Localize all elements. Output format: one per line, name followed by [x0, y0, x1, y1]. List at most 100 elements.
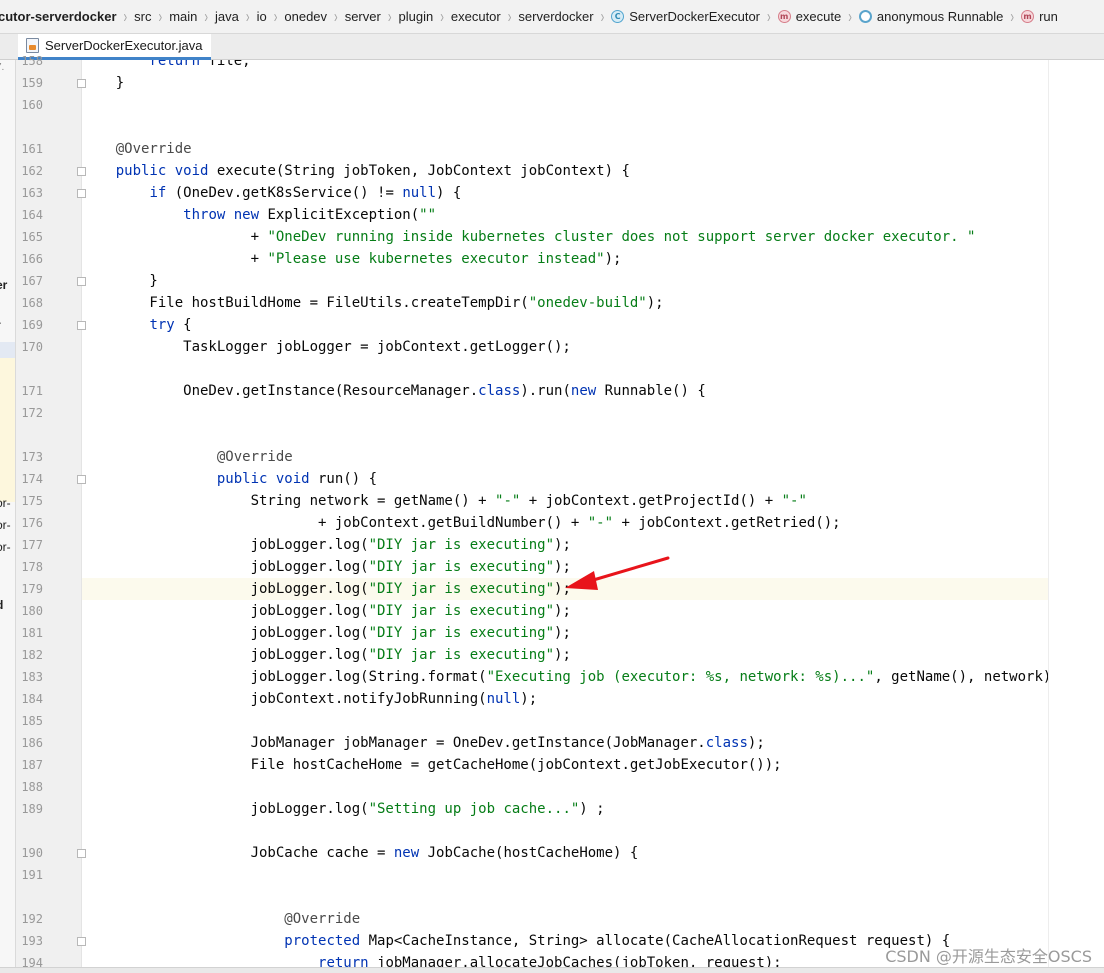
- code-line[interactable]: throw new ExplicitException("": [82, 204, 1048, 226]
- line-number[interactable]: 172: [16, 402, 43, 424]
- code-line[interactable]: @Override: [82, 446, 1048, 468]
- line-number[interactable]: 163: [16, 182, 43, 204]
- line-number[interactable]: 174: [16, 468, 43, 490]
- code-line[interactable]: jobLogger.log("DIY jar is executing");: [82, 600, 1048, 622]
- code-text: );: [554, 581, 571, 597]
- code-line[interactable]: + "Please use kubernetes executor instea…: [82, 248, 1048, 270]
- line-number[interactable]: 162: [16, 160, 43, 182]
- line-number[interactable]: 176: [16, 512, 43, 534]
- line-number[interactable]: 192: [16, 908, 43, 930]
- breadcrumb-item[interactable]: onedev: [282, 9, 329, 24]
- line-number[interactable]: 164: [16, 204, 43, 226]
- method-icon: m: [777, 10, 791, 23]
- line-number[interactable]: 181: [16, 622, 43, 644]
- line-number[interactable]: 190: [16, 842, 43, 864]
- line-number[interactable]: 184: [16, 688, 43, 710]
- code-line[interactable]: + "OneDev running inside kubernetes clus…: [82, 226, 1048, 248]
- code-line[interactable]: try {: [82, 314, 1048, 336]
- code-line[interactable]: if (OneDev.getK8sService() != null) {: [82, 182, 1048, 204]
- code-line[interactable]: File hostBuildHome = FileUtils.createTem…: [82, 292, 1048, 314]
- line-number[interactable]: 175: [16, 490, 43, 512]
- line-number[interactable]: 166: [16, 248, 43, 270]
- code-line[interactable]: [82, 94, 1048, 116]
- line-number[interactable]: 188: [16, 776, 43, 798]
- code-line[interactable]: File hostCacheHome = getCacheHome(jobCon…: [82, 754, 1048, 776]
- line-number[interactable]: 167: [16, 270, 43, 292]
- code-line[interactable]: OneDev.getInstance(ResourceManager.class…: [82, 380, 1048, 402]
- breadcrumb-item[interactable]: main: [167, 9, 199, 24]
- line-number[interactable]: 168: [16, 292, 43, 314]
- code-line[interactable]: }: [82, 72, 1048, 94]
- code-text: jobManager.allocateJobCaches(jobToken, r…: [368, 955, 782, 967]
- line-number[interactable]: 179: [16, 578, 43, 600]
- code-line[interactable]: @Override: [82, 138, 1048, 160]
- line-number[interactable]: 177: [16, 534, 43, 556]
- line-number[interactable]: 187: [16, 754, 43, 776]
- code-line[interactable]: String network = getName() + "-" + jobCo…: [82, 490, 1048, 512]
- breadcrumb-item[interactable]: m execute: [776, 9, 844, 24]
- code-line[interactable]: JobCache cache = new JobCache(hostCacheH…: [82, 842, 1048, 864]
- line-number[interactable]: 160: [16, 94, 43, 116]
- breadcrumb-item[interactable]: io: [255, 9, 269, 24]
- code-line[interactable]: jobLogger.log("DIY jar is executing");: [82, 556, 1048, 578]
- code-line[interactable]: [82, 776, 1048, 798]
- line-number[interactable]: 186: [16, 732, 43, 754]
- tab-serverdockerexecutor-java[interactable]: ServerDockerExecutor.java: [18, 34, 211, 60]
- code-line[interactable]: }: [82, 270, 1048, 292]
- code-line[interactable]: JobManager jobManager = OneDev.getInstan…: [82, 732, 1048, 754]
- code-line[interactable]: jobLogger.log(String.format("Executing j…: [82, 666, 1048, 688]
- code-line[interactable]: @Override: [82, 908, 1048, 930]
- breadcrumb-label: server: [344, 9, 381, 24]
- code-editor[interactable]: return file; } @Override public void exe…: [82, 60, 1048, 967]
- project-panel-edge[interactable]: 7. er r or-or-or-d: [0, 60, 16, 967]
- code-line[interactable]: jobLogger.log("DIY jar is executing");: [82, 534, 1048, 556]
- code-line-current[interactable]: jobLogger.log("DIY jar is executing");: [82, 578, 1048, 600]
- line-number[interactable]: 193: [16, 930, 43, 952]
- line-number[interactable]: 182: [16, 644, 43, 666]
- editor-scrollbar[interactable]: [1048, 60, 1104, 967]
- line-number[interactable]: 158: [16, 50, 43, 72]
- line-number[interactable]: 159: [16, 72, 43, 94]
- line-number[interactable]: 170: [16, 336, 43, 358]
- breadcrumb-item[interactable]: anonymous Runnable: [857, 9, 1005, 24]
- code-line[interactable]: public void execute(String jobToken, Job…: [82, 160, 1048, 182]
- breadcrumb-item[interactable]: java: [213, 9, 241, 24]
- breadcrumb: cutor-serverdocker › src › main › java › io › oned…: [0, 0, 1104, 34]
- code-line[interactable]: jobLogger.log("Setting up job cache...")…: [82, 798, 1048, 820]
- code-line[interactable]: [82, 820, 1048, 842]
- code-line[interactable]: TaskLogger jobLogger = jobContext.getLog…: [82, 336, 1048, 358]
- line-number[interactable]: 189: [16, 798, 43, 820]
- code-line[interactable]: [82, 864, 1048, 886]
- breadcrumb-item[interactable]: server: [343, 9, 383, 24]
- breadcrumb-item[interactable]: C ServerDockerExecutor: [609, 9, 762, 24]
- code-line[interactable]: + jobContext.getBuildNumber() + "-" + jo…: [82, 512, 1048, 534]
- line-number[interactable]: 165: [16, 226, 43, 248]
- line-number[interactable]: 183: [16, 666, 43, 688]
- code-line[interactable]: return file;: [82, 60, 1048, 72]
- line-number[interactable]: 185: [16, 710, 43, 732]
- code-line[interactable]: [82, 886, 1048, 908]
- line-number[interactable]: 191: [16, 864, 43, 886]
- code-line[interactable]: [82, 358, 1048, 380]
- line-number[interactable]: 173: [16, 446, 43, 468]
- code-line[interactable]: [82, 424, 1048, 446]
- code-line[interactable]: jobLogger.log("DIY jar is executing");: [82, 622, 1048, 644]
- breadcrumb-item[interactable]: serverdocker: [516, 9, 595, 24]
- code-line[interactable]: [82, 402, 1048, 424]
- code-line[interactable]: public void run() {: [82, 468, 1048, 490]
- line-number[interactable]: 178: [16, 556, 43, 578]
- line-number[interactable]: 169: [16, 314, 43, 336]
- code-line[interactable]: [82, 116, 1048, 138]
- line-number[interactable]: 171: [16, 380, 43, 402]
- breadcrumb-item[interactable]: executor: [449, 9, 503, 24]
- breadcrumb-item[interactable]: plugin: [397, 9, 436, 24]
- code-line[interactable]: jobLogger.log("DIY jar is executing");: [82, 644, 1048, 666]
- breadcrumb-item[interactable]: cutor-serverdocker: [0, 9, 119, 24]
- breadcrumb-item[interactable]: m run: [1019, 9, 1060, 24]
- breadcrumb-item[interactable]: src: [132, 9, 153, 24]
- code-line[interactable]: jobContext.notifyJobRunning(null);: [82, 688, 1048, 710]
- line-number[interactable]: 161: [16, 138, 43, 160]
- code-line[interactable]: [82, 710, 1048, 732]
- line-number[interactable]: 180: [16, 600, 43, 622]
- line-number-gutter[interactable]: 158 159 160 161 162 163 164 165 166 167 168 169 170 1…: [16, 54, 86, 970]
